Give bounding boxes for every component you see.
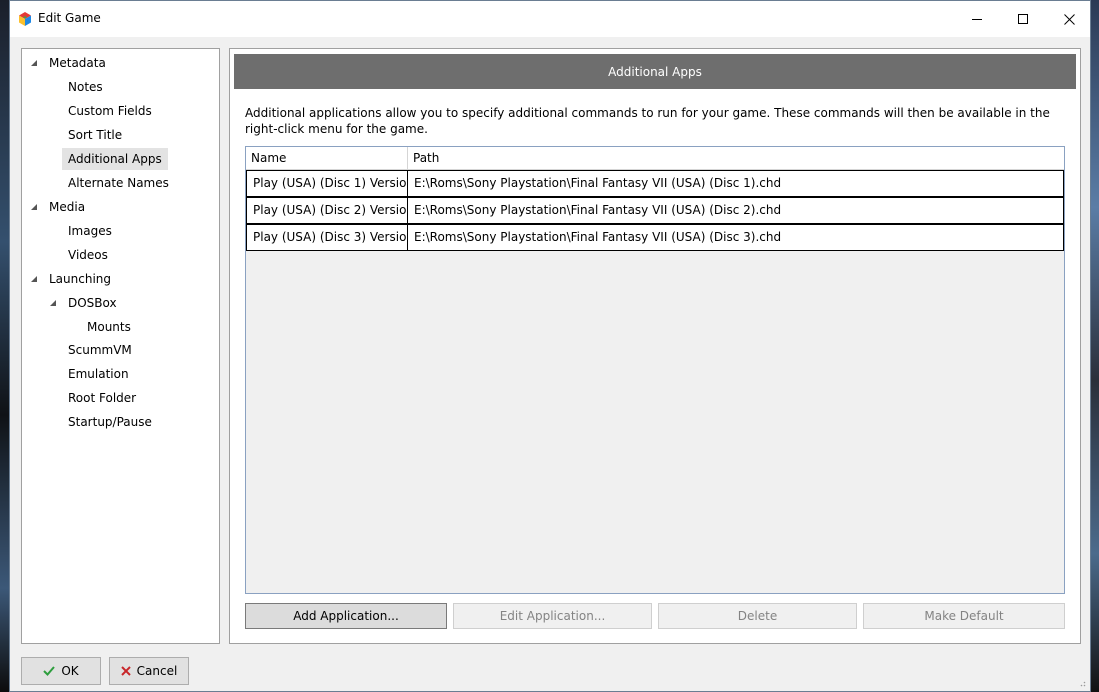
edit-game-window: Edit Game Metadata Notes Custom Fields S… [9,0,1091,692]
tree-item-videos[interactable]: Videos [62,244,114,266]
tree-item-alternate-names[interactable]: Alternate Names [62,172,175,194]
column-header-path[interactable]: Path [408,147,1062,169]
tree-item-additional-apps[interactable]: Additional Apps [62,148,168,170]
close-button[interactable] [1046,1,1092,37]
cancel-button[interactable]: Cancel [109,657,189,685]
resize-grip-icon[interactable] [1078,679,1086,687]
table-row[interactable]: Play (USA) (Disc 2) Version... E:\Roms\S… [246,197,1064,224]
settings-tree: Metadata Notes Custom Fields Sort Title … [21,48,220,644]
app-path-cell: E:\Roms\Sony Playstation\Final Fantasy V… [414,203,782,217]
edit-application-button[interactable]: Edit Application... [453,603,652,629]
title-bar[interactable]: Edit Game [10,1,1090,37]
expanded-arrow-icon[interactable] [49,299,57,307]
checkmark-icon [43,666,56,676]
tree-item-scummvm[interactable]: ScummVM [62,339,138,361]
add-application-button[interactable]: Add Application... [245,603,447,629]
tree-item-dosbox[interactable]: DOSBox [62,292,123,314]
tree-item-startup-pause[interactable]: Startup/Pause [62,411,158,433]
launchbox-app-icon [19,12,31,26]
table-row[interactable]: Play (USA) (Disc 3) Version... E:\Roms\S… [246,224,1064,251]
tree-item-root-folder[interactable]: Root Folder [62,387,142,409]
maximize-icon [1017,13,1028,24]
additional-apps-table[interactable]: Name Path Play (USA) (Disc 1) Version...… [245,146,1065,594]
expanded-arrow-icon[interactable] [30,203,38,211]
app-name-cell: Play (USA) (Disc 2) Version... [247,198,408,223]
cancel-label: Cancel [136,664,178,678]
app-path-cell: E:\Roms\Sony Playstation\Final Fantasy V… [414,176,782,190]
tree-item-mounts[interactable]: Mounts [81,316,137,338]
table-header: Name Path [246,147,1064,170]
section-description: Additional applications allow you to spe… [245,106,1050,136]
desktop-background-left [0,0,9,692]
section-header: Additional Apps [234,54,1076,89]
minimize-icon [971,18,982,20]
app-name-cell: Play (USA) (Disc 3) Version... [247,225,408,250]
maximize-button[interactable] [1000,1,1046,37]
minimize-button[interactable] [954,1,1000,37]
window-title: Edit Game [38,11,101,25]
expanded-arrow-icon[interactable] [30,275,38,283]
tree-item-emulation[interactable]: Emulation [62,363,135,385]
tree-item-images[interactable]: Images [62,220,118,242]
close-icon [1063,13,1075,25]
cancel-x-icon [120,666,131,676]
tree-item-launching[interactable]: Launching [43,268,117,290]
additional-apps-panel: Additional Apps Additional applications … [229,48,1081,644]
ok-button[interactable]: OK [21,657,101,685]
ok-label: OK [61,664,79,678]
desktop-background-right [1091,0,1099,692]
tree-item-notes[interactable]: Notes [62,76,109,98]
tree-item-sort-title[interactable]: Sort Title [62,124,128,146]
app-name-cell: Play (USA) (Disc 1) Version... [247,171,408,196]
tree-item-media[interactable]: Media [43,196,91,218]
column-header-name[interactable]: Name [246,147,408,169]
make-default-button[interactable]: Make Default [863,603,1065,629]
expanded-arrow-icon[interactable] [30,59,38,67]
tree-item-metadata[interactable]: Metadata [43,52,112,74]
delete-button[interactable]: Delete [658,603,857,629]
tree-item-custom-fields[interactable]: Custom Fields [62,100,158,122]
table-row[interactable]: Play (USA) (Disc 1) Version... E:\Roms\S… [246,170,1064,197]
app-path-cell: E:\Roms\Sony Playstation\Final Fantasy V… [414,230,782,244]
